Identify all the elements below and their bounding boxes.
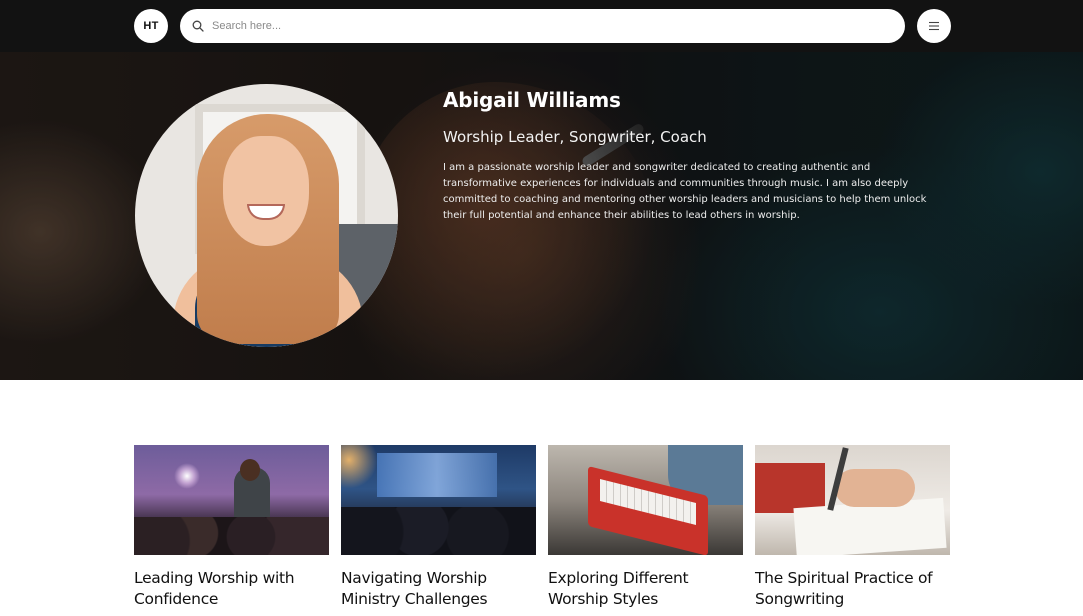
profile-bio: I am a passionate worship leader and son…: [443, 162, 927, 221]
article-title[interactable]: The Spiritual Practice of Songwriting: [755, 568, 950, 610]
article-thumbnail[interactable]: [548, 445, 743, 555]
avatar-initials: HT: [143, 20, 159, 32]
search-input[interactable]: [212, 20, 872, 32]
article-card[interactable]: The Spiritual Practice of Songwriting: [755, 445, 950, 610]
user-avatar-button[interactable]: HT: [134, 9, 168, 43]
article-card[interactable]: Exploring Different Worship Styles: [548, 445, 743, 610]
article-thumbnail[interactable]: [341, 445, 536, 555]
profile-name: Abigail Williams: [443, 88, 621, 112]
search-icon: [192, 20, 204, 32]
hamburger-menu-icon: [929, 21, 939, 31]
article-thumbnail[interactable]: [134, 445, 329, 555]
article-thumbnail[interactable]: [755, 445, 950, 555]
top-bar: HT: [0, 0, 1083, 52]
article-card[interactable]: Leading Worship with Confidence: [134, 445, 329, 610]
article-title[interactable]: Leading Worship with Confidence: [134, 568, 329, 610]
profile-photo: [135, 84, 398, 347]
search-bar[interactable]: [180, 9, 905, 43]
article-card[interactable]: Navigating Worship Ministry Challenges: [341, 445, 536, 610]
profile-info: Abigail Williams Worship Leader, Songwri…: [443, 88, 943, 224]
menu-button[interactable]: [917, 9, 951, 43]
article-title[interactable]: Navigating Worship Ministry Challenges: [341, 568, 536, 610]
article-title[interactable]: Exploring Different Worship Styles: [548, 568, 743, 610]
profile-role: Worship Leader, Songwriter, Coach: [443, 128, 707, 146]
